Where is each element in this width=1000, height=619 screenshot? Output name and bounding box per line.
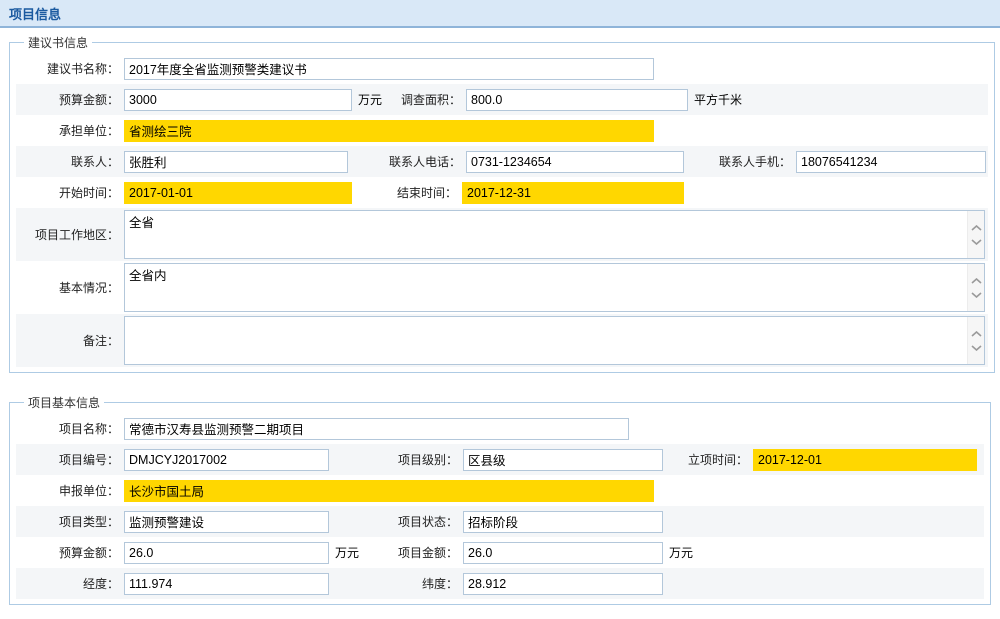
chevron-down-icon[interactable] <box>971 239 982 245</box>
remark-row: 备注： <box>16 314 988 367</box>
proposal-budget-label: 预算金额： <box>18 91 124 108</box>
longitude-input[interactable] <box>124 573 329 595</box>
chevron-down-icon[interactable] <box>971 345 982 351</box>
contact-label: 联系人： <box>18 153 124 170</box>
basic-info-row: 基本情况： 全省内 <box>16 261 988 314</box>
project-code-row: 项目编号： 项目级别： 立项时间： <box>16 444 984 475</box>
project-name-label: 项目名称： <box>18 420 124 437</box>
project-budget-row: 预算金额： 万元 项目金额： 万元 <box>16 537 984 568</box>
proposal-name-label: 建议书名称： <box>18 60 124 77</box>
latitude-input[interactable] <box>463 573 663 595</box>
work-region-scrollbar[interactable] <box>967 211 984 258</box>
proposal-budget-unit: 万元 <box>352 91 388 108</box>
chevron-up-icon[interactable] <box>971 225 982 231</box>
work-region-textarea-frame: 全省 <box>124 210 985 259</box>
proposal-budget-row: 预算金额： 万元 调查面积： 平方千米 <box>16 84 988 115</box>
undertaker-label: 承担单位： <box>18 122 124 139</box>
project-status-label: 项目状态： <box>329 513 463 530</box>
survey-area-label: 调查面积： <box>388 91 466 108</box>
survey-area-input[interactable] <box>466 89 688 111</box>
project-budget-input[interactable] <box>124 542 329 564</box>
dates-row: 开始时间： 结束时间： <box>16 177 988 208</box>
end-date-label: 结束时间： <box>352 184 462 201</box>
end-date-input[interactable] <box>462 182 684 204</box>
project-level-label: 项目级别： <box>329 451 463 468</box>
undertaker-input[interactable] <box>124 120 654 142</box>
basic-info-label: 基本情况： <box>18 279 124 296</box>
project-budget-label: 预算金额： <box>18 544 124 561</box>
longitude-label: 经度： <box>18 575 124 592</box>
work-region-label: 项目工作地区： <box>18 226 124 243</box>
work-region-row: 项目工作地区： 全省 <box>16 208 988 261</box>
approve-date-label: 立项时间： <box>663 451 753 468</box>
proposal-name-input[interactable] <box>124 58 654 80</box>
basic-info-scrollbar[interactable] <box>967 264 984 311</box>
declare-unit-label: 申报单位： <box>18 482 124 499</box>
basic-info-textarea-frame: 全省内 <box>124 263 985 312</box>
declare-unit-row: 申报单位： <box>16 475 984 506</box>
project-name-input[interactable] <box>124 418 629 440</box>
chevron-up-icon[interactable] <box>971 278 982 284</box>
remark-scrollbar[interactable] <box>967 317 984 364</box>
basic-info-textarea[interactable]: 全省内 <box>125 264 967 311</box>
approve-date-input[interactable] <box>753 449 977 471</box>
start-date-label: 开始时间： <box>18 184 124 201</box>
project-type-row: 项目类型： 项目状态： <box>16 506 984 537</box>
form-content: 建议书信息 建议书名称： 预算金额： 万元 调查面积： 平方千米 承担单位： 联… <box>0 28 1000 605</box>
project-legend: 项目基本信息 <box>24 394 104 411</box>
contact-phone-label: 联系人电话： <box>348 153 466 170</box>
survey-area-unit: 平方千米 <box>688 91 748 108</box>
proposal-legend: 建议书信息 <box>24 34 92 51</box>
coords-row: 经度： 纬度： <box>16 568 984 599</box>
contact-input[interactable] <box>124 151 348 173</box>
chevron-down-icon[interactable] <box>971 292 982 298</box>
project-fieldset: 项目基本信息 项目名称： 项目编号： 项目级别： 立项时间： 申报单位： 项目类… <box>9 394 991 605</box>
proposal-name-row: 建议书名称： <box>16 53 988 84</box>
remark-textarea[interactable] <box>125 317 967 364</box>
contact-phone-input[interactable] <box>466 151 684 173</box>
project-code-label: 项目编号： <box>18 451 124 468</box>
page-title: 项目信息 <box>9 4 61 23</box>
contact-row: 联系人： 联系人电话： 联系人手机： <box>16 146 988 177</box>
project-type-input[interactable] <box>124 511 329 533</box>
project-type-label: 项目类型： <box>18 513 124 530</box>
start-date-input[interactable] <box>124 182 352 204</box>
contact-mobile-input[interactable] <box>796 151 986 173</box>
project-status-input[interactable] <box>463 511 663 533</box>
latitude-label: 纬度： <box>329 575 463 592</box>
project-amount-unit: 万元 <box>663 544 699 561</box>
contact-mobile-label: 联系人手机： <box>684 153 796 170</box>
undertaker-row: 承担单位： <box>16 115 988 146</box>
project-code-input[interactable] <box>124 449 329 471</box>
project-level-input[interactable] <box>463 449 663 471</box>
declare-unit-input[interactable] <box>124 480 654 502</box>
chevron-up-icon[interactable] <box>971 331 982 337</box>
project-amount-label: 项目金额： <box>365 544 463 561</box>
remark-textarea-frame <box>124 316 985 365</box>
project-name-row: 项目名称： <box>16 413 984 444</box>
remark-label: 备注： <box>18 332 124 349</box>
page-header: 项目信息 <box>0 0 1000 28</box>
project-budget-unit: 万元 <box>329 544 365 561</box>
proposal-budget-input[interactable] <box>124 89 352 111</box>
proposal-fieldset: 建议书信息 建议书名称： 预算金额： 万元 调查面积： 平方千米 承担单位： 联… <box>9 34 995 373</box>
work-region-textarea[interactable]: 全省 <box>125 211 967 258</box>
project-amount-input[interactable] <box>463 542 663 564</box>
